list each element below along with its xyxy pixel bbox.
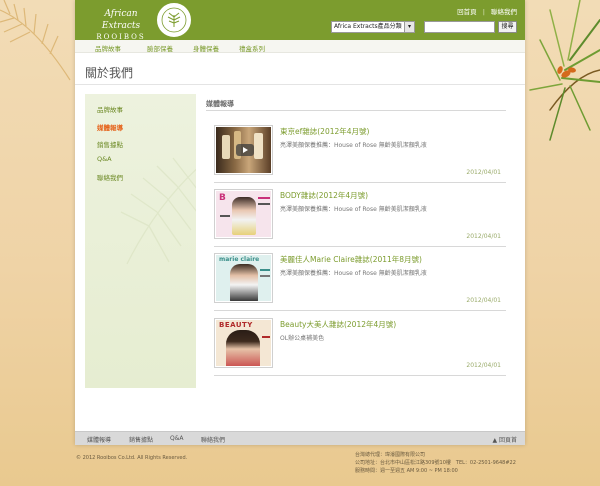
magazine-thumbnail[interactable]: B bbox=[214, 189, 273, 239]
home-link[interactable]: 回首頁 bbox=[457, 8, 477, 16]
rooibos-seal-icon bbox=[157, 3, 191, 37]
play-icon[interactable] bbox=[236, 144, 254, 156]
sidebar-item-qa[interactable]: Q&A bbox=[97, 155, 112, 163]
sidebar-item-media-reports[interactable]: 媒體報導 bbox=[97, 122, 123, 132]
contact-link[interactable]: 聯絡我們 bbox=[491, 8, 517, 16]
link-separator: | bbox=[482, 8, 485, 16]
magazine-thumbnail[interactable]: marie claire bbox=[214, 253, 273, 303]
back-to-top-link[interactable]: ▲ 回頁首 bbox=[492, 435, 517, 444]
article-date: 2012/04/01 bbox=[466, 362, 501, 369]
sidebar-item-sales-points[interactable]: 銷售據點 bbox=[97, 139, 123, 149]
footer-bar: 媒體報導 銷售據點 Q&A 聯絡我們 ▲ 回頁首 bbox=[75, 431, 525, 445]
sidebar-item-contact[interactable]: 聯絡我們 bbox=[97, 172, 123, 182]
article-description: 亮澤美顏保養推薦：House of Rose 無齡美肌潔顏乳液 bbox=[280, 142, 427, 149]
list-item: marie claire 美麗佳人Marie Claire雜誌(2011年8月號… bbox=[214, 253, 506, 317]
nav-item-body-care[interactable]: 身體保養 bbox=[193, 43, 219, 53]
divider bbox=[75, 84, 525, 85]
article-description: 亮澤美顏保養推薦：House of Rose 無齡美肌潔顏乳液 bbox=[280, 270, 427, 277]
product-category-value: Africa Extracts產品分類 bbox=[334, 23, 402, 30]
divider bbox=[214, 375, 506, 376]
site-header: African Extracts ROOIBOS 回首頁 | 聯絡我們 Afri… bbox=[75, 0, 525, 41]
article-description: OL辦公桌補美色 bbox=[280, 335, 325, 342]
list-item: BEAUTY Beauty大美人雜誌(2012年4月號) OL辦公桌補美色 20… bbox=[214, 318, 506, 382]
nav-item-face-care[interactable]: 臉部保養 bbox=[147, 43, 173, 53]
article-date: 2012/04/01 bbox=[466, 233, 501, 240]
article-title[interactable]: 東京ef雜誌(2012年4月號) bbox=[280, 126, 369, 137]
logo-script-text: African Extracts bbox=[101, 9, 141, 31]
article-title[interactable]: BODY雜誌(2012年4月號) bbox=[280, 190, 368, 201]
main-nav: 品牌故事 臉部保養 身體保養 禮盒系列 bbox=[75, 40, 525, 53]
divider bbox=[214, 182, 506, 183]
nav-item-brand-story[interactable]: 品牌故事 bbox=[95, 43, 121, 53]
palm-leaf-decoration-left bbox=[0, 0, 71, 81]
article-date: 2012/04/01 bbox=[466, 169, 501, 176]
nav-item-gift-sets[interactable]: 禮盒系列 bbox=[239, 43, 265, 53]
divider bbox=[206, 110, 506, 111]
page-panel: African Extracts ROOIBOS 回首頁 | 聯絡我們 Afri… bbox=[75, 0, 525, 445]
palm-leaf-watermark-icon bbox=[120, 157, 196, 265]
top-links: 回首頁 | 聯絡我們 bbox=[453, 6, 517, 16]
footer-link-qa[interactable]: Q&A bbox=[170, 435, 184, 442]
magazine-thumbnail[interactable]: BEAUTY bbox=[214, 318, 273, 368]
divider bbox=[214, 310, 506, 311]
section-title: 媒體報導 bbox=[206, 100, 234, 108]
list-item: B BODY雜誌(2012年4月號) 亮澤美顏保養推薦：House of Ros… bbox=[214, 189, 506, 253]
company-info-line: 服務時間：週一至週五 AM 9:00 ~ PM 18:00 bbox=[355, 468, 458, 474]
copyright-text: © 2012 Rooibos Co.Ltd. All Rights Reserv… bbox=[76, 455, 188, 461]
sidebar-item-brand-story[interactable]: 品牌故事 bbox=[97, 104, 123, 114]
product-category-select[interactable]: Africa Extracts產品分類 ▾ bbox=[331, 21, 415, 33]
footer-link-contact[interactable]: 聯絡我們 bbox=[201, 435, 225, 444]
divider bbox=[214, 246, 506, 247]
search-button[interactable]: 搜尋 bbox=[498, 21, 517, 33]
page-title: 關於我們 bbox=[85, 66, 134, 80]
company-info-line: 台灣總代理：瑋濬國際有限公司 bbox=[355, 452, 426, 458]
footer-link-sales-points[interactable]: 銷售據點 bbox=[129, 435, 153, 444]
footer-link-media[interactable]: 媒體報導 bbox=[87, 435, 111, 444]
company-info-line: 公司地址：台北市中山區松江路309號10樓 TEL：02-2501-9648#2… bbox=[355, 460, 516, 466]
video-thumbnail[interactable] bbox=[214, 125, 273, 175]
search-input[interactable] bbox=[424, 21, 495, 33]
article-description: 亮澤美顏保養推薦：House of Rose 無齡美肌潔顏乳液 bbox=[280, 206, 427, 213]
brand-logo[interactable]: African Extracts ROOIBOS bbox=[85, 2, 157, 41]
company-info: 台灣總代理：瑋濬國際有限公司 公司地址：台北市中山區松江路309號10樓 TEL… bbox=[355, 451, 516, 475]
sidebar: 品牌故事 媒體報導 銷售據點 Q&A 聯絡我們 bbox=[85, 94, 196, 388]
list-item: 東京ef雜誌(2012年4月號) 亮澤美顏保養推薦：House of Rose … bbox=[214, 125, 506, 189]
palm-leaf-decoration-right bbox=[529, 0, 600, 141]
article-title[interactable]: Beauty大美人雜誌(2012年4月號) bbox=[280, 319, 396, 330]
article-date: 2012/04/01 bbox=[466, 297, 501, 304]
chevron-down-icon[interactable]: ▾ bbox=[404, 22, 414, 32]
article-title[interactable]: 美麗佳人Marie Claire雜誌(2011年8月號) bbox=[280, 254, 422, 265]
